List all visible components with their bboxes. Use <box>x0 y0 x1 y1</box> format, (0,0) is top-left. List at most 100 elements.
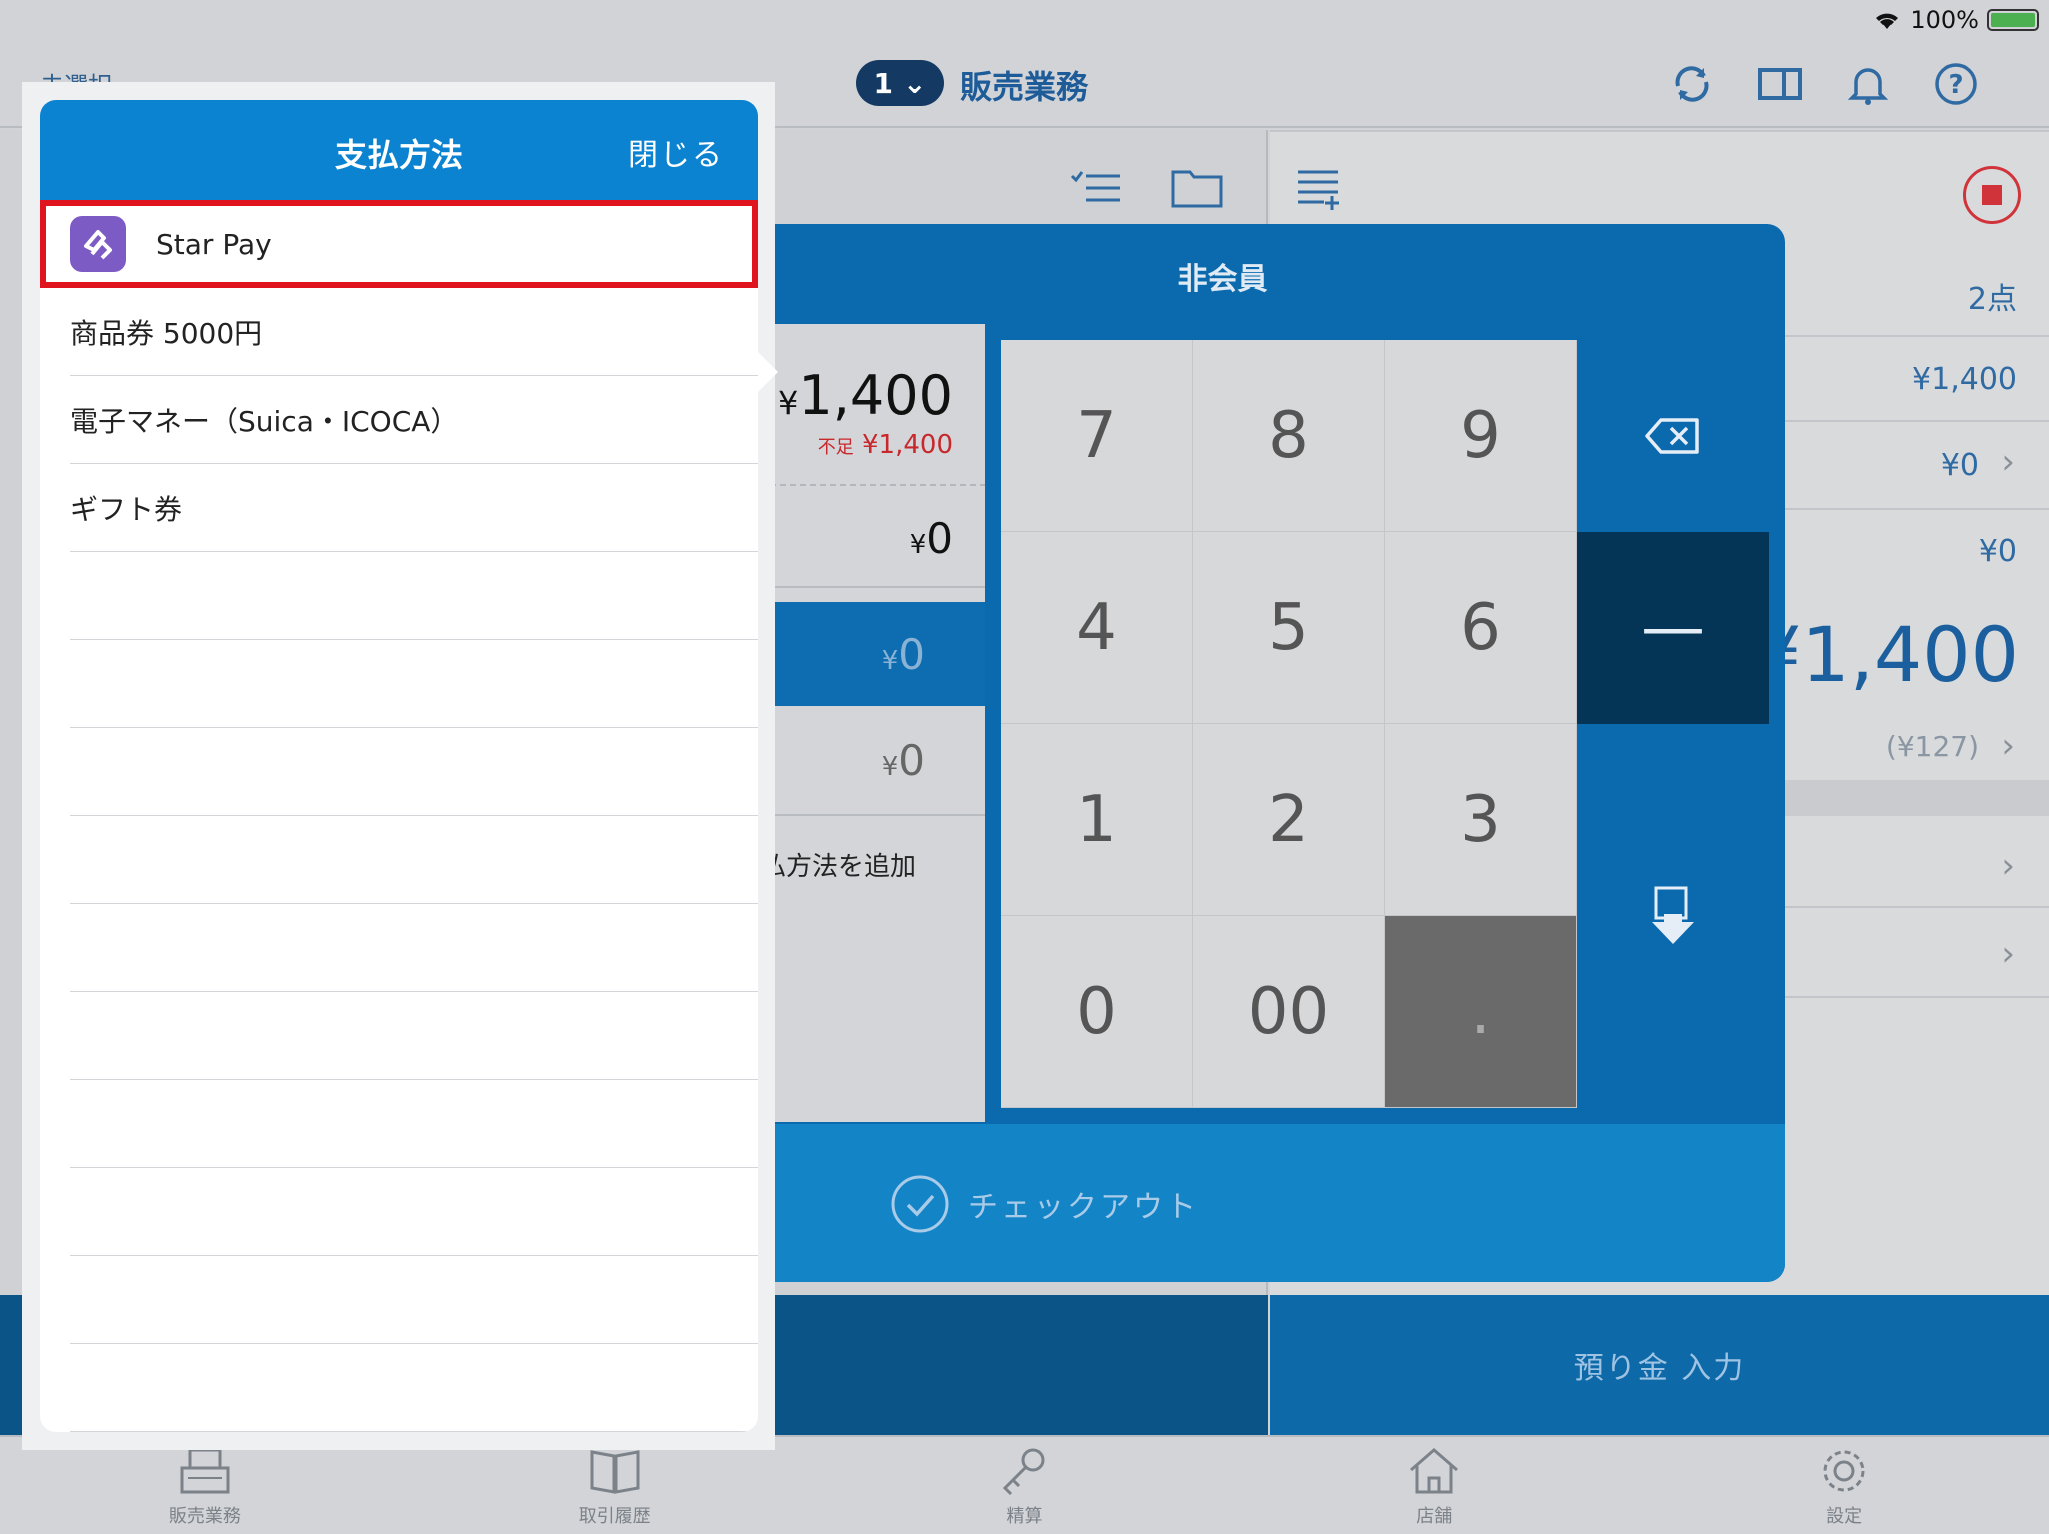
enter-down-icon <box>1652 886 1694 944</box>
payment-method-label: 商品券 5000円 <box>70 317 263 350</box>
register-number: 1 <box>873 66 893 100</box>
register-selector[interactable]: 1 ⌄ <box>856 60 944 106</box>
empty-list-row <box>40 728 758 816</box>
payment-method-gift-voucher[interactable]: 商品券 5000円 <box>40 288 758 376</box>
chevron-right-icon[interactable]: › <box>2001 442 2015 482</box>
change-value: ¥0 <box>909 514 953 563</box>
chevron-right-icon[interactable]: › <box>2001 726 2015 766</box>
add-payment-method-link[interactable]: 払方法を追加 <box>760 846 916 883</box>
shortage-text: 不足 ¥1,400 <box>817 430 953 460</box>
tab-label: 販売業務 <box>168 1506 241 1527</box>
adjust-value: ¥0 <box>1978 534 2017 569</box>
payment-method-gift-card[interactable]: ギフト券 <box>40 464 758 552</box>
popover-header: 支払方法 閉じる <box>40 100 758 200</box>
split-view-icon[interactable] <box>1756 60 1804 108</box>
battery-percent: 100% <box>1910 6 1979 34</box>
book-icon <box>590 1450 640 1494</box>
gear-icon <box>1823 1450 1865 1492</box>
key-3[interactable]: 3 <box>1385 724 1577 916</box>
page-title: 販売業務 <box>960 68 1089 106</box>
tab-settings[interactable]: 設定 <box>1639 1437 2049 1534</box>
payment-method-popover: 支払方法 閉じる Star Pay 商品券 5000円 電子マネー（Suica・… <box>40 100 758 1432</box>
bell-icon[interactable] <box>1844 60 1892 108</box>
chevron-right-icon[interactable]: › <box>2001 934 2015 974</box>
checkout-button[interactable]: チェックアウト <box>660 1124 1785 1282</box>
empty-list-row <box>40 992 758 1080</box>
tab-sales[interactable]: 販売業務 <box>0 1437 410 1534</box>
enter-button[interactable] <box>1577 724 1769 1108</box>
key-0[interactable]: 0 <box>1001 916 1193 1108</box>
tab-settlement[interactable]: 精算 <box>820 1437 1230 1534</box>
empty-list-row <box>40 1080 758 1168</box>
add-list-icon[interactable] <box>1294 164 1342 212</box>
help-icon[interactable]: ? <box>1932 60 1980 108</box>
payment-method-list: Star Pay 商品券 5000円 電子マネー（Suica・ICOCA） ギフ… <box>40 200 758 1432</box>
tab-label: 取引履歴 <box>578 1506 651 1527</box>
payment-method-emoney[interactable]: 電子マネー（Suica・ICOCA） <box>40 376 758 464</box>
svg-text:?: ? <box>1948 70 1963 100</box>
tab-label: 精算 <box>1006 1506 1043 1527</box>
tab-history[interactable]: 取引履歴 <box>410 1437 820 1534</box>
payment-method-label: ギフト券 <box>70 493 183 526</box>
check-circle-icon <box>891 1175 949 1233</box>
key-1[interactable]: 1 <box>1001 724 1193 916</box>
chevron-down-icon: ⌄ <box>903 66 927 100</box>
close-button[interactable]: 閉じる <box>628 130 724 174</box>
payment-method-label: Star Pay <box>156 227 272 261</box>
selected-payment-value: ¥0 <box>881 630 925 679</box>
payment-method-label: 電子マネー（Suica・ICOCA） <box>70 405 459 438</box>
folder-icon[interactable] <box>1170 164 1224 210</box>
checkout-label: チェックアウト <box>968 1190 1199 1225</box>
tab-label: 設定 <box>1826 1506 1863 1527</box>
key-4[interactable]: 4 <box>1001 532 1193 724</box>
payment-modal: 非会員 ¥1,400 不足 ¥1,400 ¥0 ¥0 ¥0 払方法を追加 7 8… <box>660 224 1785 1282</box>
tab-label: 店舗 <box>1416 1506 1453 1527</box>
checklist-icon[interactable] <box>1068 166 1124 212</box>
starpay-logo-icon <box>70 216 126 272</box>
item-count: 2点 <box>1967 282 2017 317</box>
backspace-button[interactable] <box>1577 340 1769 532</box>
amount-due: ¥1,400 <box>778 364 953 427</box>
subtotal-value: ¥1,400 <box>1912 362 2017 397</box>
empty-list-row <box>40 1256 758 1344</box>
empty-list-row <box>40 640 758 728</box>
empty-list-row <box>40 1168 758 1256</box>
empty-list-row <box>40 1344 758 1432</box>
key-2[interactable]: 2 <box>1193 724 1385 916</box>
member-title: 非会員 <box>1177 262 1268 297</box>
deposit-label: 預り金 入力 <box>1573 1351 1746 1386</box>
status-bar: 100% <box>1872 0 2039 40</box>
empty-list-row <box>40 904 758 992</box>
key-9[interactable]: 9 <box>1385 340 1577 532</box>
key-7[interactable]: 7 <box>1001 340 1193 532</box>
minus-icon: — <box>1641 591 1705 665</box>
second-payment-value[interactable]: ¥0 <box>882 736 925 785</box>
key-00[interactable]: 00 <box>1193 916 1385 1108</box>
tax-value: (¥127) <box>1885 730 1979 763</box>
numeric-keypad: 7 8 9 4 5 6 1 2 3 0 00 . <box>1001 340 1577 1108</box>
stop-recording-button[interactable] <box>1963 166 2021 224</box>
tab-store[interactable]: 店舗 <box>1229 1437 1639 1534</box>
battery-icon <box>1987 9 2039 31</box>
key-icon <box>1003 1448 1045 1496</box>
payment-method-starpay[interactable]: Star Pay <box>40 200 758 288</box>
discount-value: ¥0 <box>1940 448 1979 483</box>
empty-list-row <box>40 816 758 904</box>
total-amount: ¥1,400 <box>1753 610 2019 699</box>
chevron-right-icon[interactable]: › <box>2001 846 2015 886</box>
key-8[interactable]: 8 <box>1193 340 1385 532</box>
register-icon <box>180 1448 230 1494</box>
stop-icon <box>1982 185 2002 205</box>
keypad-actions: — <box>1577 340 1769 1108</box>
deposit-input-button[interactable]: 預り金 入力 <box>1270 1295 2049 1435</box>
key-6[interactable]: 6 <box>1385 532 1577 724</box>
key-5[interactable]: 5 <box>1193 532 1385 724</box>
sync-icon[interactable] <box>1668 60 1716 108</box>
key-decimal[interactable]: . <box>1385 916 1577 1108</box>
home-icon <box>1410 1448 1459 1494</box>
wifi-icon <box>1876 13 1899 29</box>
minus-button[interactable]: — <box>1577 532 1769 724</box>
backspace-icon <box>1645 418 1699 454</box>
popover-arrow <box>756 350 778 394</box>
empty-list-row <box>40 552 758 640</box>
